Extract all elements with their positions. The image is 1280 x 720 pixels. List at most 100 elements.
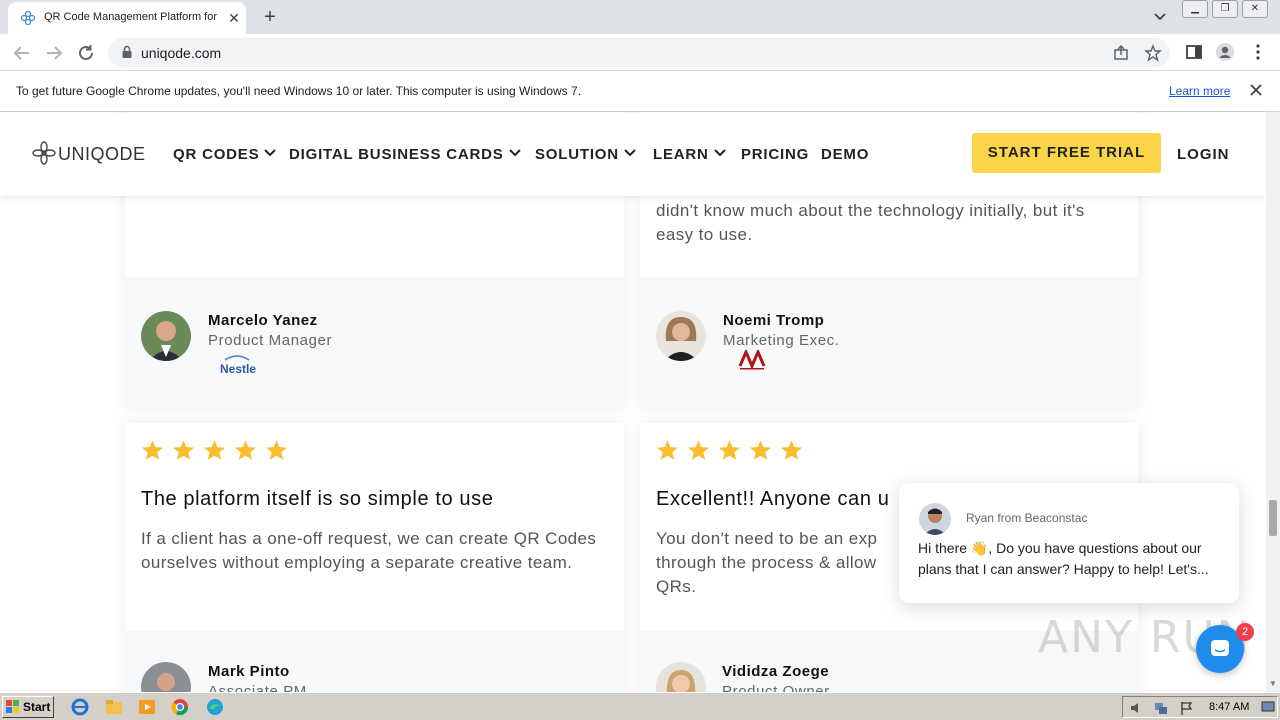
- clock: 8:47 AM: [1209, 701, 1250, 713]
- marriott-logo-icon: [738, 350, 766, 370]
- volume-icon[interactable]: [1129, 700, 1145, 716]
- action-center-flag-icon[interactable]: [1179, 700, 1195, 716]
- reload-icon[interactable]: [74, 41, 98, 65]
- chat-message-text: Hi there 👋, Do you have questions about …: [918, 540, 1209, 577]
- nav-learn[interactable]: LEARN: [653, 146, 726, 163]
- learn-more-link[interactable]: Learn more: [1169, 84, 1230, 98]
- avatar: [656, 311, 706, 361]
- show-desktop-icon[interactable]: [1261, 701, 1275, 714]
- tab-close-icon[interactable]: ✕: [226, 10, 242, 26]
- forward-arrow-icon[interactable]: [42, 41, 66, 65]
- side-panel-icon[interactable]: [1184, 42, 1204, 62]
- browser-tab-bar: QR Code Management Platform for n ✕ + ▁ …: [0, 0, 1280, 34]
- page-scrollbar[interactable]: ▼: [1266, 112, 1280, 692]
- url-text[interactable]: uniqode.com: [141, 45, 221, 61]
- star-icon: [656, 440, 679, 460]
- uniqode-logo-icon: [32, 141, 56, 165]
- tab-search-chevron-icon[interactable]: [1150, 8, 1170, 26]
- start-label: Start: [23, 700, 51, 714]
- testimonial-card: The platform itself is so simple to use …: [125, 423, 624, 692]
- share-icon[interactable]: [1112, 44, 1130, 62]
- company-logo-text: Nestle: [220, 362, 256, 376]
- start-button[interactable]: Start: [2, 696, 54, 718]
- nav-label: LEARN: [653, 146, 709, 163]
- close-window-button[interactable]: ✕: [1242, 0, 1268, 18]
- nav-qr-codes[interactable]: QR CODES: [173, 146, 277, 163]
- system-tray: 8:47 AM: [1122, 696, 1278, 718]
- person-name: Vididza Zoege: [722, 663, 830, 680]
- nav-label: SOLUTION: [535, 146, 619, 163]
- bookmark-star-icon[interactable]: [1144, 44, 1162, 62]
- chat-message-popup[interactable]: Ryan from Beaconstac Hi there 👋, Do you …: [899, 483, 1239, 603]
- scroll-down-arrow-icon[interactable]: ▼: [1269, 680, 1277, 688]
- chat-bubble-icon: [1211, 640, 1229, 656]
- chrome-menu-icon[interactable]: [1248, 42, 1268, 62]
- testimonial-heading: The platform itself is so simple to use: [141, 488, 494, 510]
- edge-icon[interactable]: [205, 697, 225, 717]
- file-explorer-icon[interactable]: [104, 697, 124, 717]
- person-name: Mark Pinto: [208, 663, 290, 680]
- star-icon: [203, 440, 226, 460]
- nav-label: PRICING: [741, 146, 810, 163]
- profile-avatar-icon[interactable]: [1215, 42, 1235, 62]
- star-icon: [172, 440, 195, 460]
- logo-text: UNIQODE: [58, 144, 146, 164]
- browser-tab-active[interactable]: QR Code Management Platform for n ✕: [8, 2, 246, 34]
- nav-demo[interactable]: DEMO: [821, 146, 869, 163]
- card-footer: [125, 631, 624, 692]
- person-role: Associate PM: [208, 683, 307, 692]
- nav-pricing[interactable]: PRICING: [741, 146, 809, 163]
- uniqode-logo[interactable]: UNIQODE: [32, 141, 145, 167]
- star-icon: [718, 440, 741, 460]
- star-icon: [780, 440, 803, 460]
- close-infobar-icon[interactable]: [1248, 82, 1264, 98]
- nav-label: DEMO: [821, 146, 870, 163]
- agent-photo-icon: [919, 503, 951, 535]
- chat-sender: Ryan from Beaconstac: [966, 511, 1088, 525]
- rating-stars: [656, 439, 811, 461]
- nav-label: DIGITAL BUSINESS CARDS: [289, 146, 504, 163]
- tab-title: QR Code Management Platform for n: [44, 11, 220, 23]
- windows-taskbar: Start 8:47 AM: [0, 692, 1280, 720]
- person-role: Marketing Exec.: [723, 332, 840, 349]
- chrome-taskbar-icon[interactable]: [170, 697, 190, 717]
- chevron-down-icon: [264, 149, 277, 157]
- person-photo-icon: [141, 311, 191, 361]
- star-icon: [265, 440, 288, 460]
- window-controls: ▁ ❐ ✕: [1182, 0, 1272, 18]
- nestle-logo-icon: Nestle: [220, 355, 256, 376]
- address-bar[interactable]: uniqode.com: [108, 38, 1170, 67]
- infobar-message: To get future Google Chrome updates, you…: [16, 84, 582, 98]
- testimonial-quote: If a client has a one-off request, we ca…: [141, 529, 597, 572]
- back-arrow-icon[interactable]: [10, 41, 34, 65]
- star-icon: [234, 440, 257, 460]
- scrollbar-thumb[interactable]: [1269, 500, 1277, 536]
- login-link[interactable]: LOGIN: [1177, 146, 1230, 163]
- restore-button[interactable]: ❐: [1212, 0, 1238, 18]
- nav-digital-business-cards[interactable]: DIGITAL BUSINESS CARDS: [289, 146, 521, 163]
- star-icon: [141, 440, 164, 460]
- person-name: Marcelo Yanez: [208, 312, 318, 329]
- internet-explorer-icon[interactable]: [70, 697, 90, 717]
- chat-unread-badge: 2: [1236, 623, 1254, 641]
- new-tab-button[interactable]: +: [258, 6, 282, 28]
- chevron-down-icon: [713, 149, 726, 157]
- card-footer: [640, 277, 1138, 407]
- site-header: UNIQODE QR CODES DIGITAL BUSINESS CARDS …: [0, 113, 1266, 196]
- nav-solution[interactable]: SOLUTION: [535, 146, 636, 163]
- testimonial-quote: didn't know much about the technology in…: [656, 201, 1085, 244]
- star-icon: [749, 440, 772, 460]
- person-photo-icon: [656, 311, 706, 361]
- card-footer: [125, 277, 624, 407]
- chevron-down-icon: [624, 149, 636, 157]
- browser-toolbar: uniqode.com: [0, 34, 1280, 71]
- media-player-icon[interactable]: [137, 697, 157, 717]
- minimize-button[interactable]: ▁: [1182, 0, 1208, 18]
- start-free-trial-button[interactable]: START FREE TRIAL: [972, 133, 1161, 173]
- person-role: Product Manager: [208, 332, 333, 349]
- uniqode-favicon-icon: [20, 10, 36, 26]
- testimonial-heading: Excellent!! Anyone can u: [656, 488, 890, 510]
- network-icon[interactable]: [1153, 700, 1169, 716]
- rating-stars: [141, 439, 296, 461]
- lock-icon[interactable]: [120, 45, 134, 59]
